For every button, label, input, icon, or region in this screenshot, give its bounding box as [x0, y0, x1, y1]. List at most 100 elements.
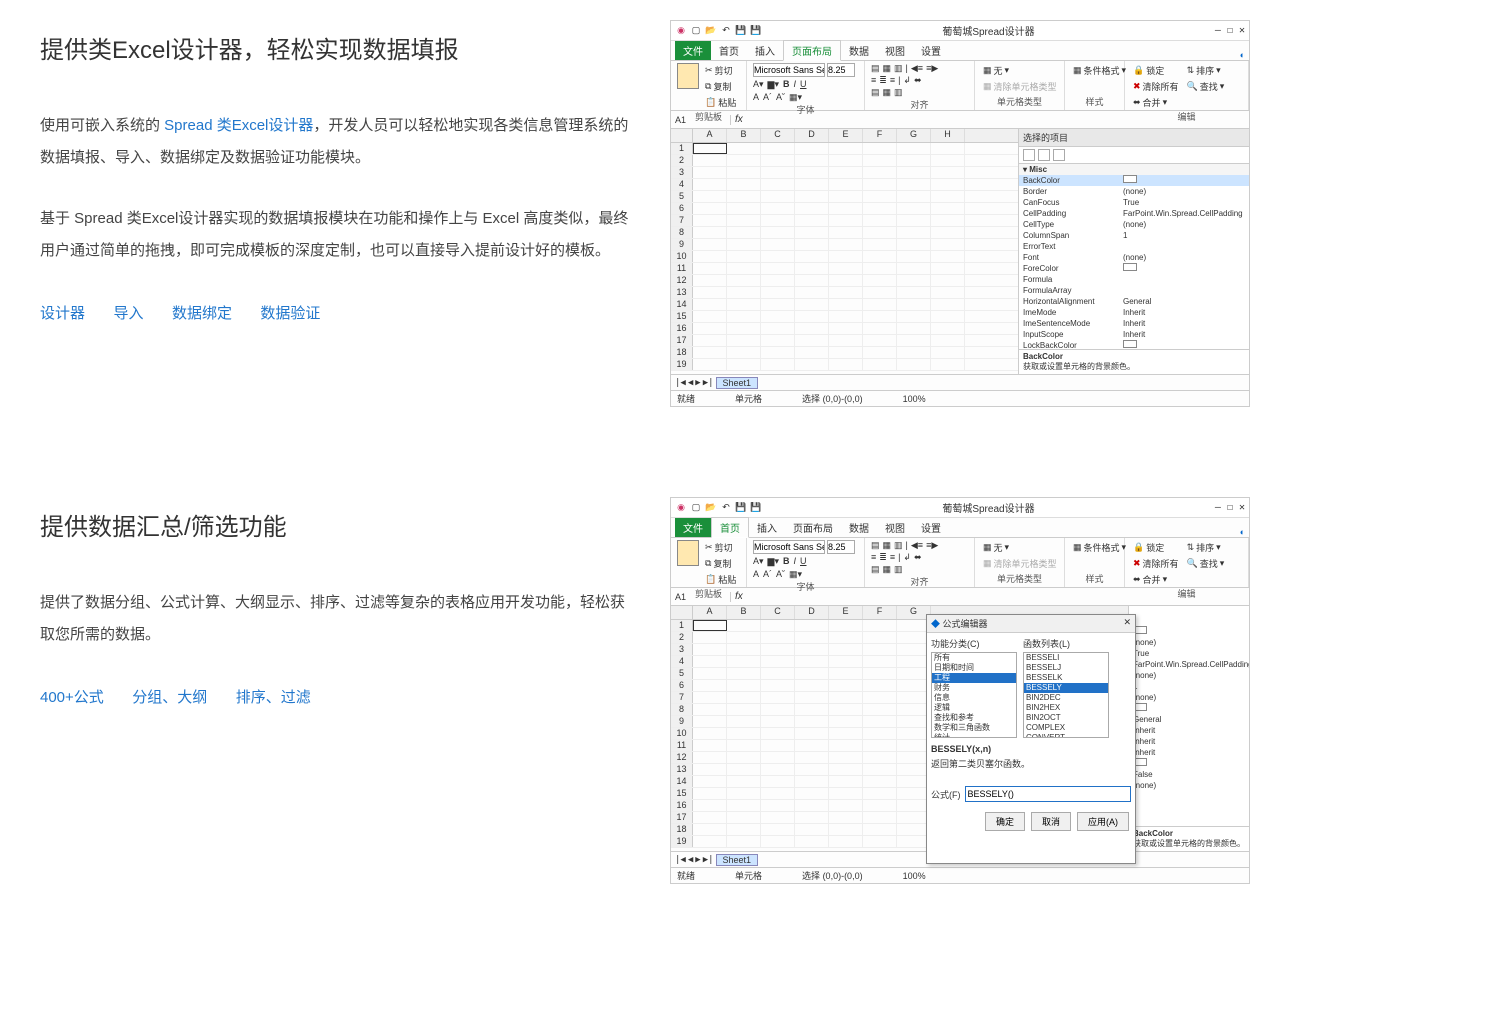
- underline-button[interactable]: U: [800, 556, 807, 567]
- align-br[interactable]: ▥: [894, 564, 903, 575]
- cell[interactable]: [693, 263, 727, 274]
- wrap-icon[interactable]: ↲: [903, 75, 911, 86]
- undo-icon[interactable]: ↶: [720, 502, 732, 514]
- cell[interactable]: [761, 680, 795, 691]
- cell[interactable]: [931, 191, 965, 202]
- cell[interactable]: [795, 704, 829, 715]
- property-row[interactable]: General: [1129, 714, 1249, 725]
- cell[interactable]: [897, 263, 931, 274]
- font-a3[interactable]: A˘: [776, 569, 785, 580]
- function-item[interactable]: BESSELI: [1024, 653, 1108, 663]
- property-row[interactable]: (none): [1129, 637, 1249, 648]
- tab-insert[interactable]: 插入: [749, 518, 785, 537]
- celltype-none[interactable]: ▦无▾: [981, 540, 1011, 555]
- help-icon[interactable]: ◐: [1240, 50, 1245, 60]
- cell[interactable]: [829, 287, 863, 298]
- link-databind[interactable]: 数据绑定: [172, 305, 232, 322]
- cell[interactable]: [897, 167, 931, 178]
- cell[interactable]: [931, 335, 965, 346]
- cell[interactable]: [761, 776, 795, 787]
- col-A[interactable]: A: [693, 606, 727, 619]
- cell[interactable]: [863, 764, 897, 775]
- cell[interactable]: [931, 323, 965, 334]
- cell[interactable]: [829, 143, 863, 154]
- cell[interactable]: [727, 155, 761, 166]
- lock-button[interactable]: 🔒锁定: [1131, 540, 1181, 555]
- cell[interactable]: [761, 179, 795, 190]
- row-header[interactable]: 7: [671, 692, 693, 703]
- cell[interactable]: [795, 656, 829, 667]
- cell[interactable]: [931, 359, 965, 370]
- row-header[interactable]: 11: [671, 740, 693, 751]
- cell[interactable]: [727, 776, 761, 787]
- cell[interactable]: [829, 167, 863, 178]
- cell[interactable]: [863, 716, 897, 727]
- cell[interactable]: [727, 251, 761, 262]
- property-row[interactable]: ImeSentenceModeInherit: [1019, 318, 1249, 329]
- cell[interactable]: [693, 311, 727, 322]
- link-sort-filter[interactable]: 排序、过滤: [236, 689, 311, 706]
- cell[interactable]: [795, 728, 829, 739]
- cell[interactable]: [693, 644, 727, 655]
- cell[interactable]: [863, 251, 897, 262]
- cell[interactable]: [693, 776, 727, 787]
- align-tr[interactable]: ▥: [894, 540, 903, 551]
- property-row[interactable]: HorizontalAlignmentGeneral: [1019, 296, 1249, 307]
- cell[interactable]: [829, 299, 863, 310]
- lock-button[interactable]: 🔒锁定: [1131, 63, 1181, 78]
- category-item[interactable]: 工程: [932, 673, 1016, 683]
- saveas-icon[interactable]: 💾: [750, 502, 762, 514]
- cell[interactable]: [761, 191, 795, 202]
- cell[interactable]: [761, 692, 795, 703]
- align-tc[interactable]: ▦: [883, 63, 892, 74]
- row-header[interactable]: 15: [671, 788, 693, 799]
- cell[interactable]: [829, 824, 863, 835]
- cell[interactable]: [829, 359, 863, 370]
- cell[interactable]: [693, 227, 727, 238]
- row-header[interactable]: 3: [671, 644, 693, 655]
- cell[interactable]: [795, 764, 829, 775]
- cell[interactable]: [795, 776, 829, 787]
- cell[interactable]: [761, 704, 795, 715]
- font-name-input[interactable]: [753, 540, 825, 554]
- row-header[interactable]: 6: [671, 680, 693, 691]
- cell[interactable]: [931, 287, 965, 298]
- cell[interactable]: [761, 716, 795, 727]
- cell[interactable]: [727, 239, 761, 250]
- property-row[interactable]: Border(none): [1019, 186, 1249, 197]
- cell[interactable]: [727, 716, 761, 727]
- cell[interactable]: [761, 143, 795, 154]
- cell[interactable]: [829, 179, 863, 190]
- cell[interactable]: [863, 311, 897, 322]
- cell[interactable]: [761, 239, 795, 250]
- cell[interactable]: [727, 800, 761, 811]
- row-header[interactable]: 7: [671, 215, 693, 226]
- cell[interactable]: [897, 239, 931, 250]
- cell[interactable]: [761, 287, 795, 298]
- font-size-input[interactable]: [827, 63, 855, 77]
- link-group-outline[interactable]: 分组、大纲: [132, 689, 207, 706]
- cell[interactable]: [863, 167, 897, 178]
- cell[interactable]: [931, 215, 965, 226]
- cell[interactable]: [693, 323, 727, 334]
- cell[interactable]: [761, 335, 795, 346]
- cell[interactable]: [727, 704, 761, 715]
- minimize-button[interactable]: —: [1215, 25, 1221, 36]
- cell[interactable]: [795, 347, 829, 358]
- cell[interactable]: [795, 335, 829, 346]
- cell[interactable]: [829, 680, 863, 691]
- row-header[interactable]: 8: [671, 227, 693, 238]
- category-item[interactable]: 所有: [932, 653, 1016, 663]
- cat-icon[interactable]: [1023, 149, 1035, 161]
- cell[interactable]: [761, 656, 795, 667]
- row-header[interactable]: 2: [671, 632, 693, 643]
- cell[interactable]: [931, 275, 965, 286]
- sort-button[interactable]: ⇅排序▾: [1185, 63, 1227, 78]
- col-E[interactable]: E: [829, 606, 863, 619]
- cell[interactable]: [727, 335, 761, 346]
- tab-view[interactable]: 视图: [877, 41, 913, 60]
- row-header[interactable]: 1: [671, 620, 693, 631]
- property-row[interactable]: True: [1129, 648, 1249, 659]
- font-color-icon[interactable]: A▾: [753, 79, 764, 90]
- align-bc[interactable]: ▦: [883, 564, 892, 575]
